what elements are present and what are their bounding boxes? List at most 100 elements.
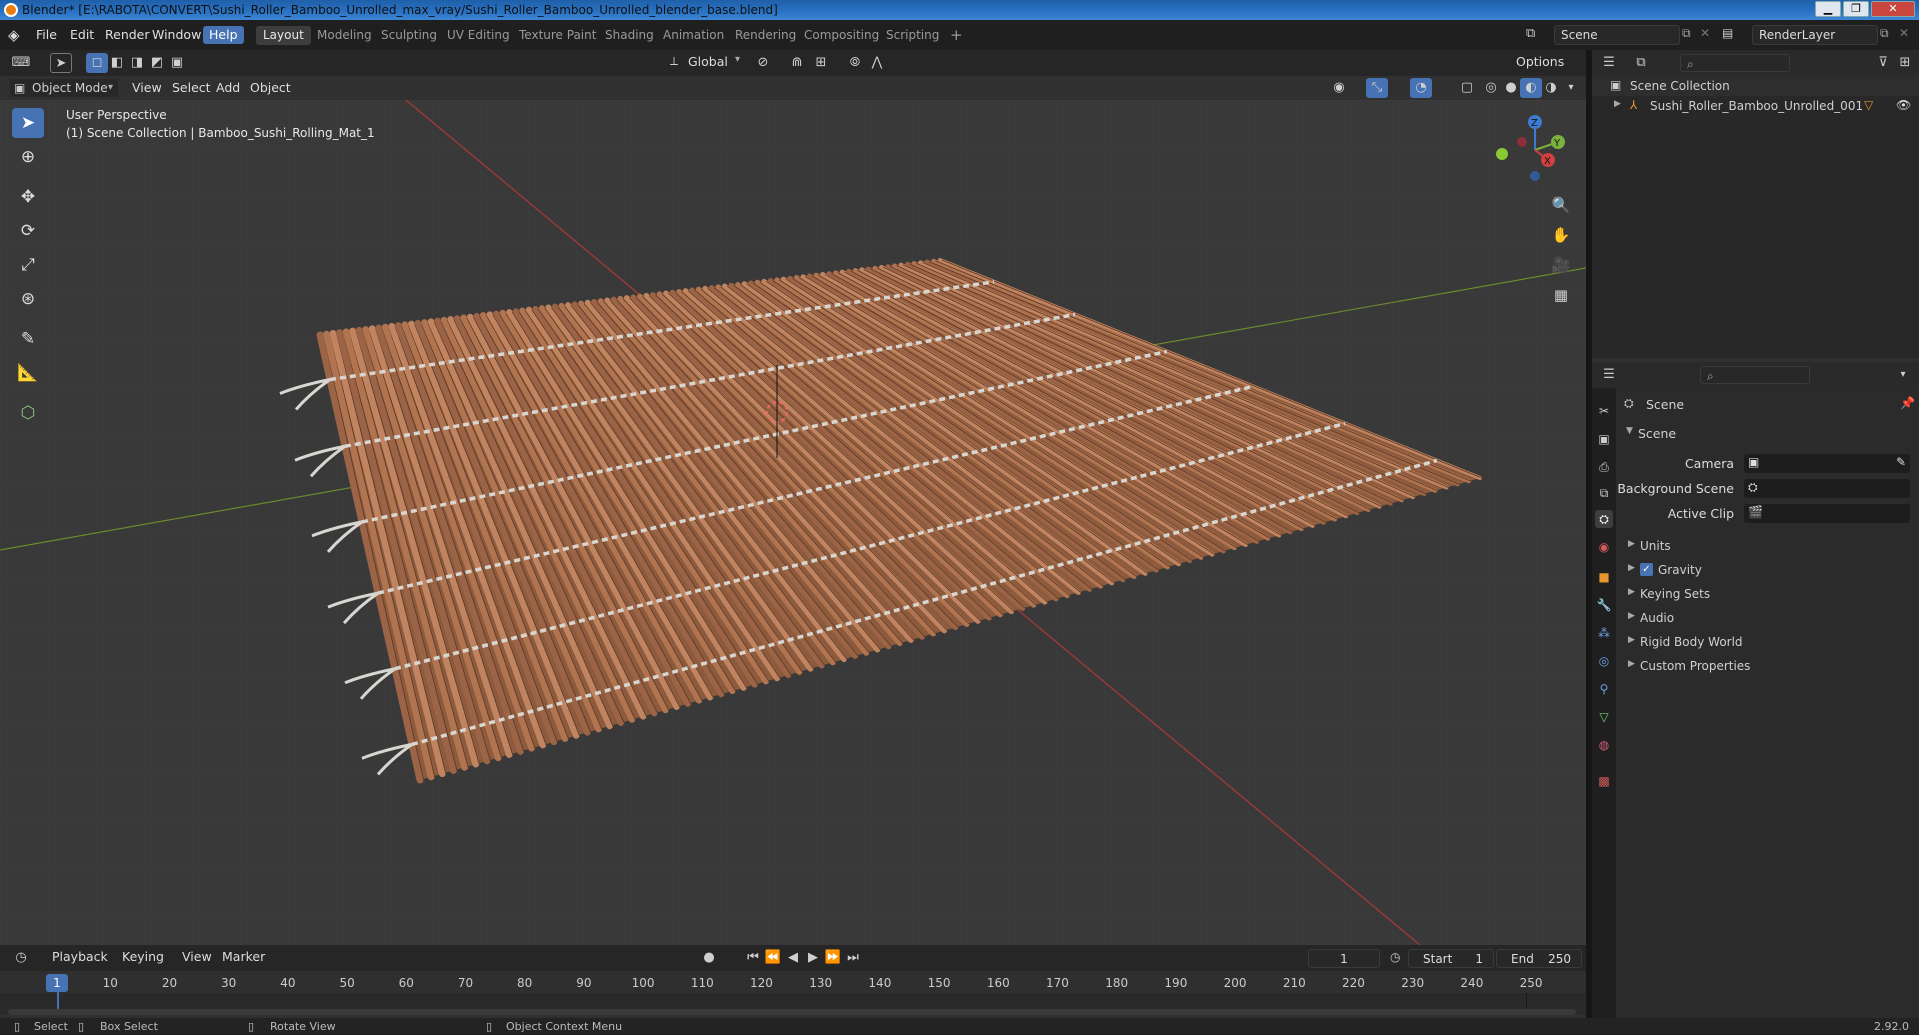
- filter-icon[interactable]: ⊽: [1872, 53, 1894, 73]
- tab-data-icon[interactable]: ▽: [1595, 708, 1613, 726]
- menu-object[interactable]: Object: [244, 79, 297, 97]
- tab-layout[interactable]: Layout: [256, 26, 311, 45]
- eyedropper-icon[interactable]: ✎: [1896, 455, 1906, 469]
- gravity-panel[interactable]: ▶ ✓ Gravity: [1616, 560, 1919, 582]
- shading-options-icon[interactable]: ▾: [1560, 78, 1582, 98]
- blender-menu-icon[interactable]: ◈: [8, 27, 24, 43]
- current-frame-field[interactable]: 1: [1308, 949, 1380, 968]
- units-panel[interactable]: ▶ Units: [1616, 536, 1919, 558]
- menu-view[interactable]: View: [126, 79, 168, 97]
- shading-solid-icon[interactable]: ●: [1500, 78, 1522, 98]
- shading-material-icon[interactable]: ◐: [1520, 78, 1542, 98]
- eye-icon[interactable]: 👁: [1896, 98, 1911, 112]
- select-mode-extend-icon[interactable]: ◧: [106, 53, 128, 73]
- menu-timeline-view[interactable]: View: [176, 948, 218, 966]
- shading-wireframe-icon[interactable]: ◎: [1480, 78, 1502, 98]
- tab-constraints-icon[interactable]: ⚲: [1595, 680, 1613, 698]
- tab-physics-icon[interactable]: ◎: [1595, 652, 1613, 670]
- tab-scene-icon[interactable]: ⛭: [1595, 510, 1613, 528]
- auto-keying-icon[interactable]: ●: [698, 948, 720, 968]
- snap-icon[interactable]: ⋒: [786, 53, 808, 73]
- scene-selector[interactable]: Scene: [1554, 25, 1680, 45]
- add-cube-tool-icon[interactable]: ⬡: [12, 398, 44, 428]
- prev-keyframe-icon[interactable]: ⏪: [762, 948, 784, 968]
- tab-uv-editing[interactable]: UV Editing: [440, 26, 517, 45]
- outliner-search-input[interactable]: ⌕: [1680, 54, 1790, 72]
- snap-target-icon[interactable]: ⊞: [810, 53, 832, 73]
- menu-window[interactable]: Window: [146, 26, 207, 44]
- pivot-point-icon[interactable]: ⊘: [752, 53, 774, 73]
- jump-start-icon[interactable]: ⏮: [742, 948, 764, 968]
- audio-panel[interactable]: ▶ Audio: [1616, 608, 1919, 630]
- chevron-down-icon[interactable]: ▾: [1892, 365, 1914, 385]
- camera-field[interactable]: ▣ ✎: [1744, 454, 1910, 473]
- delete-scene-icon[interactable]: ✕: [1700, 26, 1710, 40]
- display-mode-icon[interactable]: ⧉: [1630, 53, 1652, 73]
- scene-panel-header[interactable]: ▼ Scene: [1616, 424, 1919, 444]
- ortho-toggle-icon[interactable]: ▦: [1548, 282, 1574, 308]
- gravity-checkbox[interactable]: ✓: [1640, 563, 1653, 576]
- pin-icon[interactable]: 📌: [1900, 396, 1915, 410]
- outliner-row-object[interactable]: ▶ ⅄ Sushi_Roller_Bamboo_Unrolled_001 ▽ 👁: [1592, 96, 1919, 116]
- jump-end-icon[interactable]: ⏭: [842, 948, 864, 968]
- end-frame-field[interactable]: End 250: [1496, 949, 1582, 968]
- measure-tool-icon[interactable]: 📐: [12, 358, 44, 388]
- menu-marker[interactable]: Marker: [216, 948, 271, 966]
- start-frame-field[interactable]: Start 1: [1408, 949, 1494, 968]
- rigid-body-world-panel[interactable]: ▶ Rigid Body World: [1616, 632, 1919, 654]
- timeline-editor-type-icon[interactable]: ◷: [10, 948, 32, 968]
- shading-rendered-icon[interactable]: ◑: [1540, 78, 1562, 98]
- keying-sets-panel[interactable]: ▶ Keying Sets: [1616, 584, 1919, 606]
- tab-tool-icon[interactable]: ✂: [1595, 402, 1613, 420]
- next-keyframe-icon[interactable]: ⏩: [822, 948, 844, 968]
- tab-material-icon[interactable]: ◍: [1595, 736, 1613, 754]
- options-dropdown[interactable]: Options: [1516, 54, 1564, 69]
- tab-shading[interactable]: Shading: [598, 26, 661, 45]
- transform-orientation-dropdown[interactable]: Global: [688, 54, 728, 69]
- navigation-gizmo[interactable]: Z Y X: [1490, 112, 1570, 187]
- tab-sculpting[interactable]: Sculpting: [374, 26, 444, 45]
- menu-playback[interactable]: Playback: [46, 948, 114, 966]
- overlay-toggle-icon[interactable]: ◔: [1410, 78, 1432, 98]
- new-collection-icon[interactable]: ⊞: [1894, 53, 1916, 73]
- select-tool-icon[interactable]: ➤: [50, 53, 72, 73]
- new-renderlayer-icon[interactable]: ⧉: [1880, 26, 1889, 41]
- expand-arrow-icon[interactable]: ▶: [1614, 99, 1621, 109]
- transform-tool-icon[interactable]: ⊛: [12, 284, 44, 314]
- scale-tool-icon[interactable]: ⤢: [12, 250, 44, 280]
- minimize-button[interactable]: ▁: [1815, 1, 1841, 17]
- proportional-edit-icon[interactable]: ⦾: [844, 53, 866, 73]
- zoom-icon[interactable]: 🔍: [1548, 192, 1574, 218]
- xray-toggle-icon[interactable]: ▢: [1456, 78, 1478, 98]
- menu-keying[interactable]: Keying: [116, 948, 170, 966]
- move-tool-icon[interactable]: ✥: [12, 182, 44, 212]
- properties-editor-type-icon[interactable]: ☰: [1598, 365, 1620, 385]
- tab-scripting[interactable]: Scripting: [879, 26, 946, 45]
- select-mode-new-icon[interactable]: ◻: [86, 53, 108, 73]
- menu-select[interactable]: Select: [166, 79, 217, 97]
- annotate-tool-icon[interactable]: ✎: [12, 324, 44, 354]
- tab-view-layer-icon[interactable]: ⧉: [1595, 484, 1613, 502]
- new-scene-icon[interactable]: ⧉: [1682, 26, 1691, 41]
- tab-modifier-icon[interactable]: 🔧: [1595, 596, 1613, 614]
- tab-particles-icon[interactable]: ⁂: [1595, 624, 1613, 642]
- 3d-viewport[interactable]: ➤ ⊕ ✥ ⟳ ⤢ ⊛ ✎ 📐 ⬡ User Perspective (1) S…: [0, 100, 1586, 945]
- menu-add[interactable]: Add: [210, 79, 246, 97]
- editor-type-icon[interactable]: ⌨: [10, 53, 32, 73]
- select-box-tool-icon[interactable]: ➤: [12, 108, 44, 138]
- background-scene-field[interactable]: ⛭: [1744, 479, 1910, 498]
- timeline-scrollbar[interactable]: [8, 1009, 1576, 1015]
- camera-view-icon[interactable]: 🎥: [1548, 252, 1574, 278]
- object-mode-dropdown[interactable]: ▣ Object Mode ▾: [10, 79, 118, 97]
- add-workspace-button[interactable]: +: [943, 26, 970, 45]
- menu-edit[interactable]: Edit: [64, 26, 100, 44]
- tab-animation[interactable]: Animation: [656, 26, 731, 45]
- cursor-tool-icon[interactable]: ⊕: [12, 142, 44, 172]
- active-clip-field[interactable]: 🎬: [1744, 504, 1910, 523]
- outliner-editor-type-icon[interactable]: ☰: [1598, 53, 1620, 73]
- properties-search-input[interactable]: ⌕: [1700, 366, 1810, 384]
- tab-rendering[interactable]: Rendering: [728, 26, 803, 45]
- gizmo-toggle-icon[interactable]: ⤡: [1366, 78, 1388, 98]
- tab-texture-paint[interactable]: Texture Paint: [512, 26, 603, 45]
- tab-texture-icon[interactable]: ▩: [1595, 772, 1613, 790]
